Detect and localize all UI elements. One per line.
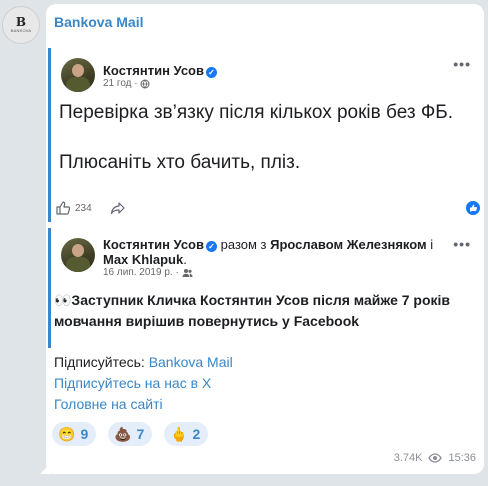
dot-separator: · (175, 267, 179, 278)
reaction-finger[interactable]: 🖕 2 (164, 422, 209, 446)
site-link[interactable]: Головне на сайті (54, 394, 233, 415)
message-footer: 3.74K 15:36 (394, 452, 476, 464)
message-time: 15:36 (448, 452, 476, 464)
post-time: 21 год (103, 78, 132, 89)
view-count: 3.74K (393, 452, 423, 464)
more-options-icon[interactable]: ••• (453, 56, 471, 72)
post-actions: 234 (55, 200, 480, 218)
verified-icon: ✓ (206, 67, 217, 78)
x-link[interactable]: Підписуйтесь на нас в X (54, 373, 233, 394)
post-meta: 16 лип. 2019 р. · (103, 267, 193, 278)
friends-icon (182, 268, 193, 277)
subscribe-link[interactable]: Bankova Mail (149, 354, 233, 370)
post-author-line-2[interactable]: Max Khlapuk. (103, 252, 187, 267)
grin-emoji-icon: 😁 (58, 426, 76, 442)
author-avatar[interactable] (61, 238, 95, 272)
message-links: Підписуйтесь: Bankova Mail Підписуйтесь … (54, 352, 233, 415)
reaction-count: 9 (80, 426, 89, 442)
post-date: 16 лип. 2019 р. (103, 267, 173, 278)
author-name: Костянтин Усов (103, 237, 204, 252)
reaction-poop[interactable]: 💩 7 (108, 422, 153, 446)
coauthor-name[interactable]: Max Khlapuk (103, 252, 183, 267)
message-bubble: Bankova Mail Костянтин Усов ✓ 21 год · ••… (46, 4, 484, 474)
with-text: разом з (220, 237, 267, 252)
dot-separator: · (134, 78, 138, 89)
embedded-post-1[interactable]: Костянтин Усов ✓ 21 год · ••• Перевірка з… (48, 48, 481, 222)
message-headline: 👀Заступник Кличка Костянтин Усов після м… (54, 292, 451, 329)
channel-avatar[interactable]: B BANKOVA (2, 6, 40, 44)
post-line-1: Перевірка зв’язку після кількох років бе… (59, 102, 454, 123)
eye-icon (428, 453, 443, 463)
verified-icon: ✓ (206, 241, 217, 252)
reaction-count: 2 (192, 426, 201, 442)
like-icon[interactable] (55, 200, 71, 216)
author-name: Костянтин Усов (103, 63, 204, 78)
like-count: 234 (75, 203, 92, 214)
subscribe-prefix: Підписуйтесь: (54, 354, 149, 370)
channel-avatar-caption: BANKOVA (10, 28, 32, 33)
post-author-line[interactable]: Костянтин Усов ✓ разом з Ярославом Железн… (103, 237, 433, 252)
channel-name[interactable]: Bankova Mail (54, 14, 143, 30)
subscribe-line: Підписуйтесь: Bankova Mail (54, 352, 233, 373)
channel-avatar-letter: B (15, 15, 27, 29)
more-options-icon[interactable]: ••• (453, 236, 471, 252)
post-author[interactable]: Костянтин Усов ✓ (103, 63, 217, 78)
post-line-2: Плюсаніть хто бачить, пліз. (59, 152, 301, 173)
globe-icon (140, 79, 150, 88)
reaction-grin[interactable]: 😁 9 (52, 422, 97, 446)
like-reaction-badge-icon (466, 201, 480, 215)
coauthor-name[interactable]: Ярославом Железняком (270, 237, 427, 252)
share-icon[interactable] (110, 200, 126, 216)
poop-emoji-icon: 💩 (114, 426, 132, 442)
author-avatar[interactable] (61, 58, 95, 92)
middle-finger-emoji-icon: 🖕 (170, 426, 188, 442)
reaction-count: 7 (136, 426, 145, 442)
and-text: і (430, 237, 434, 252)
post-meta: 21 год · (103, 78, 150, 89)
post-text: Перевірка зв’язку після кількох років бе… (59, 100, 469, 200)
